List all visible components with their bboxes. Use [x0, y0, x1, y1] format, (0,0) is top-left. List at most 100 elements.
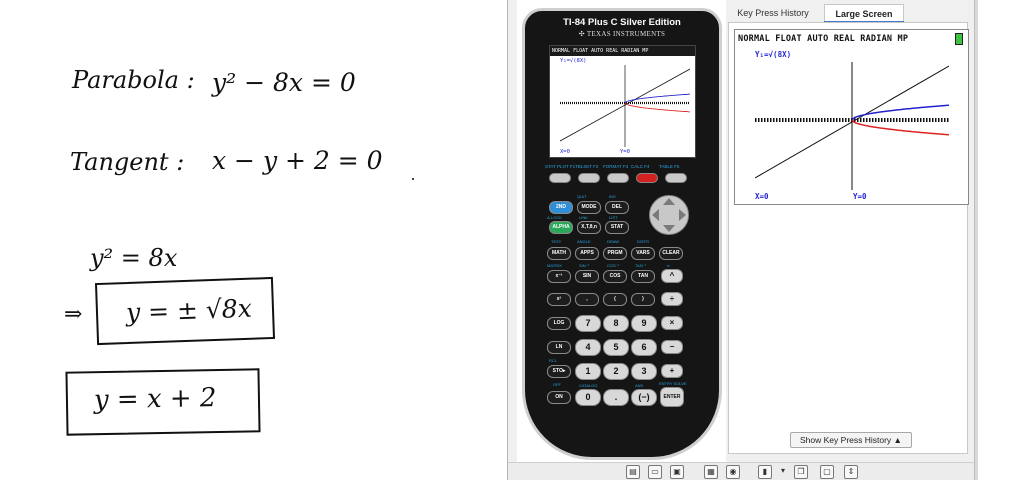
left-paren-key[interactable]: ( [603, 293, 627, 306]
large-screen-panel: NORMAL FLOAT AUTO REAL RADIAN MP Y₁=√(8X… [728, 22, 969, 454]
two-key[interactable]: 2 [603, 363, 629, 380]
show-key-press-history-button[interactable]: Show Key Press History ▲ [790, 432, 912, 448]
save-icon[interactable]: ▣ [670, 465, 684, 479]
sec-quit: QUIT [577, 194, 587, 199]
sec-taninv: TAN⁻¹ [635, 263, 647, 268]
three-key[interactable]: 3 [631, 363, 657, 380]
on-key[interactable]: ON [547, 391, 571, 404]
window-edge [974, 0, 978, 480]
step-three: y = x + 2 [93, 383, 217, 416]
left-arrow-icon[interactable] [652, 209, 659, 221]
nine-key[interactable]: 9 [631, 315, 657, 332]
eight-key[interactable]: 8 [603, 315, 629, 332]
whiteboard: Parabola : y² − 8x = 0 Tangent : x − y +… [0, 0, 505, 480]
second-key[interactable]: 2ND [549, 201, 573, 214]
mode-key[interactable]: MODE [577, 201, 601, 214]
camera-icon[interactable]: ◉ [726, 465, 740, 479]
power-key[interactable]: ^ [661, 269, 683, 283]
screen-status-bar: NORMAL FLOAT AUTO REAL RADIAN MP [550, 46, 695, 56]
negative-key[interactable]: (−) [631, 389, 657, 406]
add-key[interactable]: + [661, 364, 683, 378]
arrow-pad [643, 195, 695, 235]
parabola-label: Parabola : [72, 66, 195, 94]
ln-key[interactable]: LN [547, 341, 571, 354]
panel-tabs: Key Press History Large Screen [728, 4, 968, 22]
six-key[interactable]: 6 [631, 339, 657, 356]
battery-icon [955, 33, 963, 45]
divide-key[interactable]: ÷ [661, 292, 683, 306]
screen-func-label: Y₁=√(8X) [560, 58, 587, 64]
y-equals-key[interactable] [549, 173, 571, 183]
sin-key[interactable]: SIN [575, 270, 599, 283]
sec-ins: INS [609, 194, 616, 199]
screenshot-icon[interactable]: ▢ [820, 465, 834, 479]
sec-cosinv: COS⁻¹ [607, 263, 620, 268]
small-curve-upper [624, 93, 690, 104]
vars-key[interactable]: VARS [631, 247, 655, 260]
sec-entry: ENTRY SOLVE [659, 381, 687, 386]
down-arrow-icon[interactable] [663, 225, 675, 232]
step-one: y² = 8x [90, 244, 178, 272]
clear-key[interactable]: CLEAR [659, 247, 683, 260]
stat-key[interactable]: STAT [605, 221, 629, 234]
dropdown-icon[interactable]: ▾ [776, 465, 790, 479]
store-key[interactable]: STO▸ [547, 365, 571, 378]
math-key[interactable]: MATH [547, 247, 571, 260]
fkey-label-4: CALC F4 [631, 164, 650, 169]
expand-icon[interactable]: ⇕ [844, 465, 858, 479]
calculator-icon[interactable]: ▦ [704, 465, 718, 479]
multiply-key[interactable]: × [661, 316, 683, 330]
comma-key[interactable]: , [575, 293, 599, 306]
sec-distr: DISTR [637, 239, 649, 244]
calculator-model: TI-84 Plus C Silver Edition [563, 17, 681, 28]
large-screen-display: NORMAL FLOAT AUTO REAL RADIAN MP Y₁=√(8X… [734, 29, 969, 205]
large-status-bar: NORMAL FLOAT AUTO REAL RADIAN MP [735, 30, 968, 48]
seven-key[interactable]: 7 [575, 315, 601, 332]
large-curve-lower [851, 119, 949, 136]
sec-test: TEST [551, 239, 562, 244]
graph-key[interactable] [665, 173, 687, 183]
sec-off: OFF [553, 382, 561, 387]
tan-key[interactable]: TAN [631, 270, 655, 283]
stray-dot [412, 178, 414, 180]
document-icon[interactable]: ▤ [626, 465, 640, 479]
decimal-key[interactable]: . [603, 389, 629, 406]
sec-sininv: SIN⁻¹ [579, 263, 590, 268]
copy-icon[interactable]: ❐ [794, 465, 808, 479]
prgm-key[interactable]: PRGM [603, 247, 627, 260]
zoom-key[interactable] [607, 173, 629, 183]
calculator-brand: ✣ TEXAS INSTRUMENTS [578, 30, 666, 38]
tangent-equation: x − y + 2 = 0 [212, 146, 383, 175]
battery-icon[interactable]: ▮ [758, 465, 772, 479]
trace-key[interactable] [636, 173, 658, 183]
right-arrow-icon[interactable] [679, 209, 686, 221]
four-key[interactable]: 4 [575, 339, 601, 356]
large-curve-upper [851, 104, 949, 121]
folder-open-icon[interactable]: ▭ [648, 465, 662, 479]
tab-large-screen[interactable]: Large Screen [824, 4, 904, 22]
tab-key-press-history[interactable]: Key Press History [728, 4, 818, 22]
log-key[interactable]: LOG [547, 317, 571, 330]
up-arrow-icon[interactable] [663, 198, 675, 205]
large-x-readout: X=0 [755, 192, 769, 201]
five-key[interactable]: 5 [603, 339, 629, 356]
sec-alock: A-LOCK [547, 215, 562, 220]
zero-key[interactable]: 0 [575, 389, 601, 406]
alpha-key[interactable]: ALPHA [549, 221, 573, 234]
apps-key[interactable]: APPS [575, 247, 599, 260]
cos-key[interactable]: COS [603, 270, 627, 283]
window-key[interactable] [578, 173, 600, 183]
sec-list: LIST [609, 215, 618, 220]
right-paren-key[interactable]: ) [631, 293, 655, 306]
del-key[interactable]: DEL [605, 201, 629, 214]
square-key[interactable]: x² [547, 293, 571, 306]
step-two: y = ± √8x [125, 293, 253, 328]
implies-arrow: ⇒ [64, 302, 83, 327]
one-key[interactable]: 1 [575, 363, 601, 380]
xton-key[interactable]: X,T,θ,n [577, 221, 601, 234]
enter-key[interactable]: ENTER [660, 387, 684, 407]
tangent-label: Tangent : [70, 148, 185, 176]
inverse-key[interactable]: x⁻¹ [547, 270, 571, 283]
subtract-key[interactable]: − [661, 340, 683, 354]
screen-x-readout: X=0 [560, 149, 570, 155]
